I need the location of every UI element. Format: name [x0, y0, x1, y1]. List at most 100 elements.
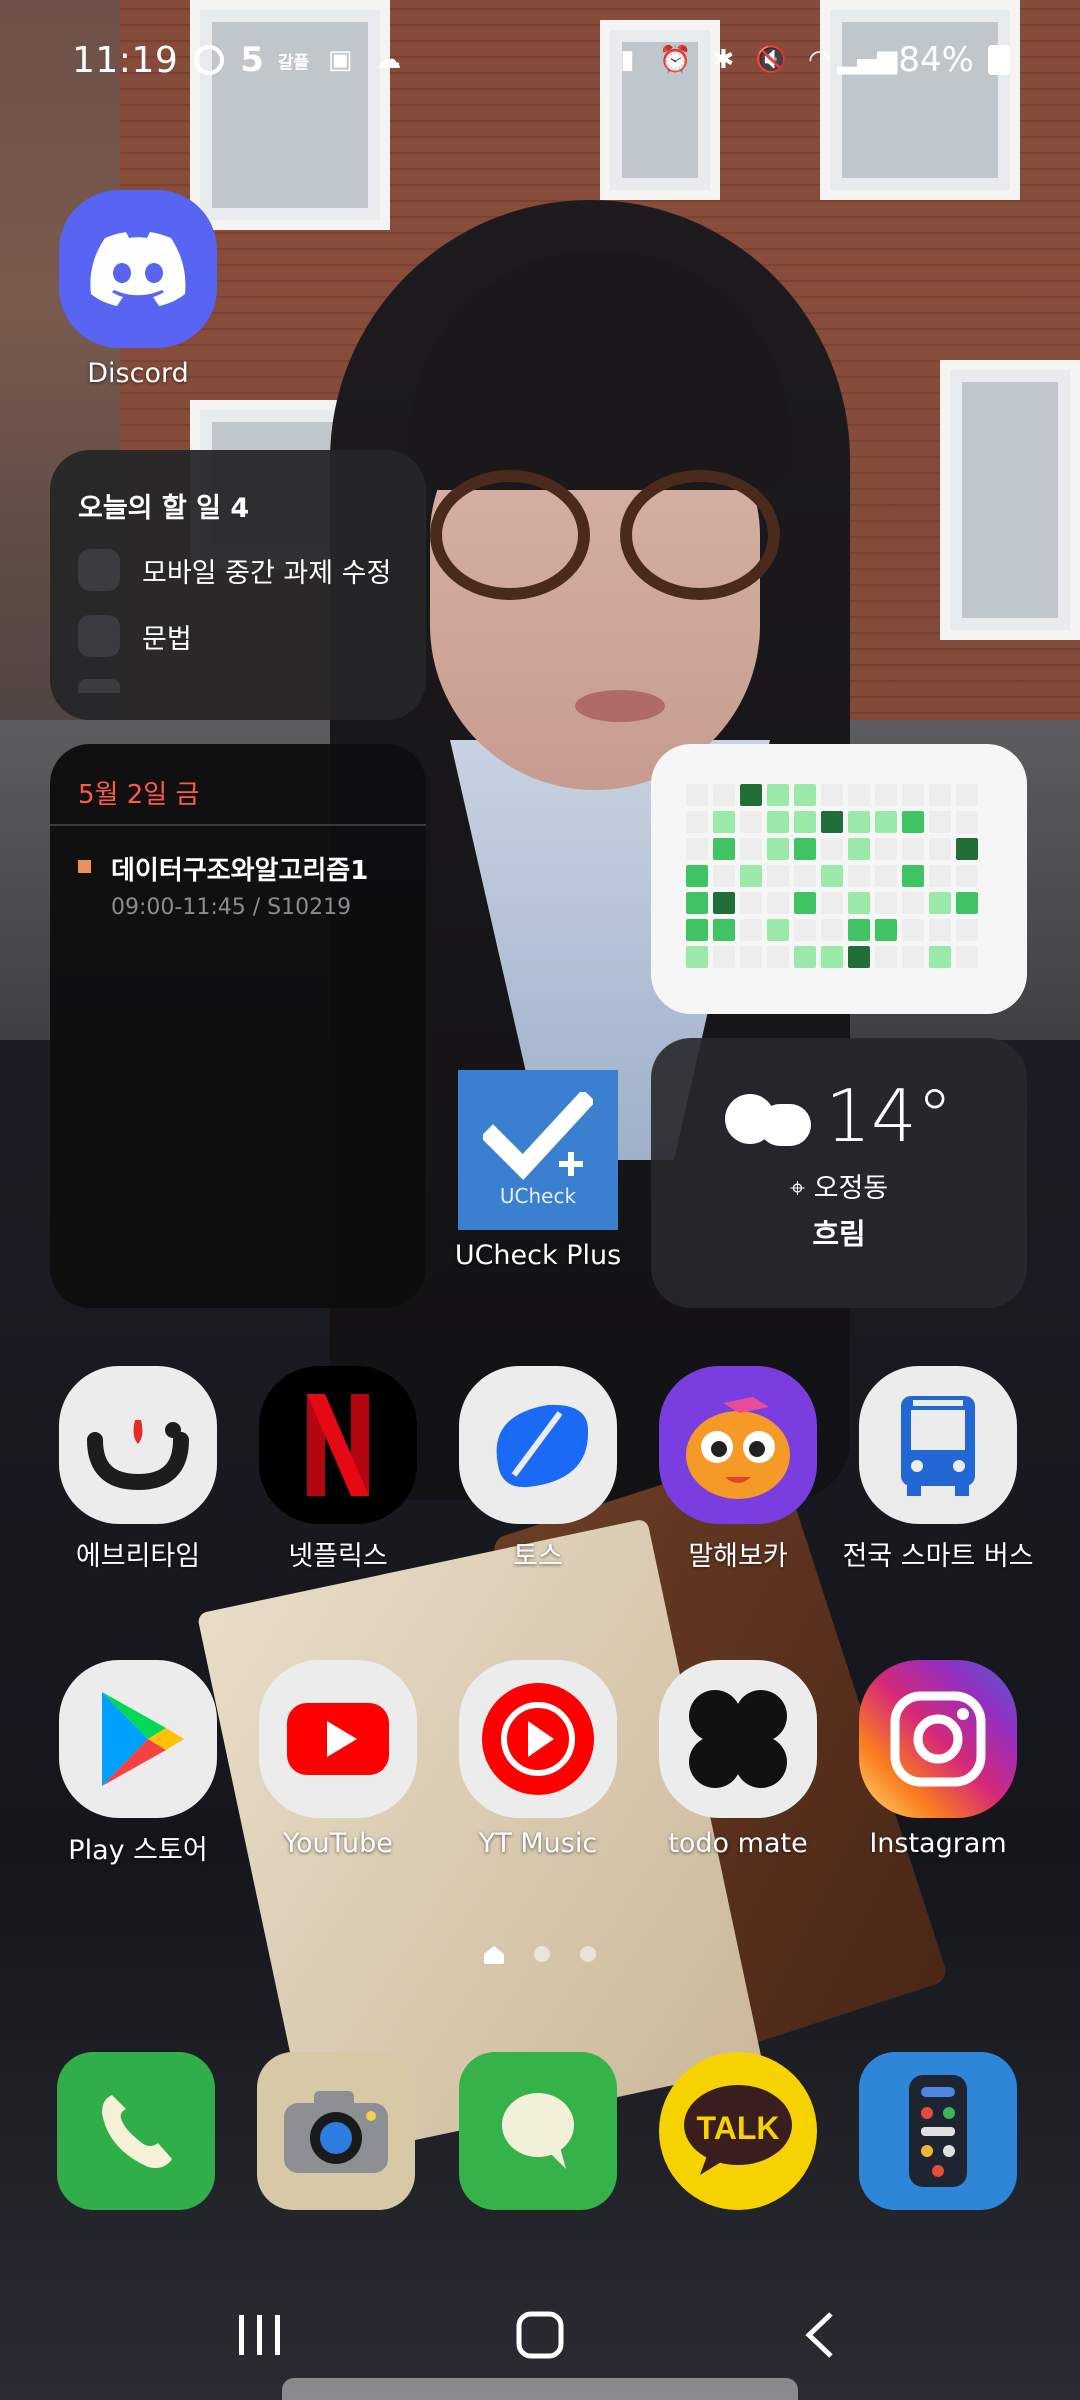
contribution-cell	[713, 784, 735, 806]
phone-icon	[57, 2052, 215, 2210]
contribution-cell	[767, 946, 789, 968]
recent-apps-button[interactable]	[215, 2305, 305, 2365]
contribution-cell	[956, 811, 978, 833]
app-smart-bus[interactable]: 전국 스마트 버스	[838, 1366, 1038, 1573]
dock-kakaotalk[interactable]: TALK	[638, 2052, 838, 2210]
app-label: Instagram	[869, 1828, 1007, 1859]
location-pin-icon: ⌖	[789, 1173, 806, 1204]
app-everytime[interactable]: 에브리타임	[38, 1366, 238, 1573]
app-label: UCheck Plus	[454, 1240, 622, 1271]
contribution-cell	[740, 838, 762, 860]
contribution-cell	[848, 838, 870, 860]
app-label: todo mate	[668, 1828, 808, 1859]
contribution-cell	[686, 892, 708, 914]
contribution-cell	[713, 946, 735, 968]
app-yt-music[interactable]: YT Music	[438, 1660, 638, 1859]
app-label: 에브리타임	[75, 1541, 201, 1572]
discord-icon	[59, 190, 217, 348]
todo-text: 모바일 중간 과제 수정	[142, 557, 392, 589]
mute-icon: 🔇	[755, 45, 788, 75]
todo-mate-icon	[659, 1660, 817, 1818]
bus-icon	[859, 1366, 1017, 1524]
contribution-cell	[902, 838, 924, 860]
app-todo-mate[interactable]: todo mate	[638, 1660, 838, 1859]
contribution-cell	[848, 892, 870, 914]
checkbox[interactable]	[78, 549, 120, 591]
contribution-widget[interactable]	[651, 744, 1027, 1014]
contribution-cell	[794, 946, 816, 968]
calendar-event[interactable]: 데이터구조와알고리즘1 09:00-11:45 / S10219	[50, 826, 426, 920]
home-button[interactable]	[495, 2305, 585, 2365]
contribution-cell	[686, 838, 708, 860]
contribution-cell	[767, 919, 789, 941]
contribution-cell	[740, 919, 762, 941]
contribution-cell	[875, 892, 897, 914]
app-netflix[interactable]: 넷플릭스	[238, 1366, 438, 1573]
contribution-cell	[713, 811, 735, 833]
contribution-cell	[848, 946, 870, 968]
contribution-cell	[767, 892, 789, 914]
play-store-icon	[59, 1660, 217, 1818]
checkbox[interactable]	[78, 615, 120, 657]
contribution-cell	[956, 838, 978, 860]
contribution-cell	[875, 784, 897, 806]
home-page-dot[interactable]	[484, 1946, 504, 1964]
page-dot[interactable]	[534, 1946, 550, 1962]
contribution-grid	[686, 784, 992, 968]
event-title: 데이터구조와알고리즘1	[111, 856, 369, 886]
contribution-cell	[902, 865, 924, 887]
calendar-date: 5월 2일 금	[50, 744, 426, 826]
contribution-cell	[929, 919, 951, 941]
contribution-cell	[713, 919, 735, 941]
app-label: Play 스토어	[68, 1835, 208, 1866]
todo-item[interactable]: 문법	[78, 615, 398, 657]
app-label: 넷플릭스	[288, 1541, 388, 1572]
dock-messages[interactable]	[438, 2052, 638, 2210]
clock: 11:19	[72, 39, 179, 81]
contribution-cell	[740, 892, 762, 914]
page-indicator[interactable]	[0, 1946, 1080, 1964]
app-toss[interactable]: 토스	[438, 1366, 638, 1573]
app-instagram[interactable]: Instagram	[838, 1660, 1038, 1859]
weather-widget[interactable]: 14° ⌖ 오정동 흐림	[651, 1038, 1027, 1308]
contribution-cell	[821, 892, 843, 914]
ucheck-inner-label: UCheck	[499, 1184, 577, 1208]
app-label: Discord	[87, 358, 189, 389]
calendar-widget[interactable]: 5월 2일 금 데이터구조와알고리즘1 09:00-11:45 / S10219	[50, 744, 426, 1308]
app-discord[interactable]: Discord	[38, 190, 238, 389]
contribution-cell	[740, 784, 762, 806]
contribution-cell	[902, 784, 924, 806]
contribution-cell	[794, 811, 816, 833]
todo-text: 문법	[142, 623, 192, 655]
contribution-cell	[929, 946, 951, 968]
back-button[interactable]	[775, 2305, 865, 2365]
gesture-handle[interactable]	[282, 2378, 798, 2400]
contribution-cell	[821, 811, 843, 833]
app-play-store[interactable]: Play 스토어	[38, 1660, 238, 1867]
contribution-cell	[713, 892, 735, 914]
kakaotalk-icon: TALK	[659, 2052, 817, 2210]
contribution-cell	[686, 865, 708, 887]
contribution-cell	[794, 865, 816, 887]
contribution-cell	[929, 838, 951, 860]
dock-phone[interactable]	[36, 2052, 236, 2210]
dock-camera[interactable]	[236, 2052, 436, 2210]
app-youtube[interactable]: YouTube	[238, 1660, 438, 1859]
app-ucheck-plus[interactable]: UCheck UCheck Plus	[438, 1070, 638, 1271]
event-detail: 09:00-11:45 / S10219	[111, 895, 352, 920]
app-malhaevoca[interactable]: 말해보카	[638, 1366, 838, 1573]
contribution-cell	[875, 838, 897, 860]
todo-title: 오늘의 할 일 4	[78, 493, 250, 524]
contribution-cell	[767, 838, 789, 860]
contribution-cell	[821, 784, 843, 806]
contribution-cell	[875, 946, 897, 968]
page-dot[interactable]	[580, 1946, 596, 1962]
contribution-cell	[740, 811, 762, 833]
app-label: 전국 스마트 버스	[842, 1541, 1034, 1572]
contribution-cell	[902, 892, 924, 914]
dock-remote[interactable]	[838, 2052, 1038, 2210]
youtube-icon	[259, 1660, 417, 1818]
bluetooth-icon: ✱	[712, 45, 735, 75]
todo-widget[interactable]: 오늘의 할 일 4 모바일 중간 과제 수정 문법	[50, 450, 426, 720]
todo-item[interactable]: 모바일 중간 과제 수정	[78, 549, 398, 591]
